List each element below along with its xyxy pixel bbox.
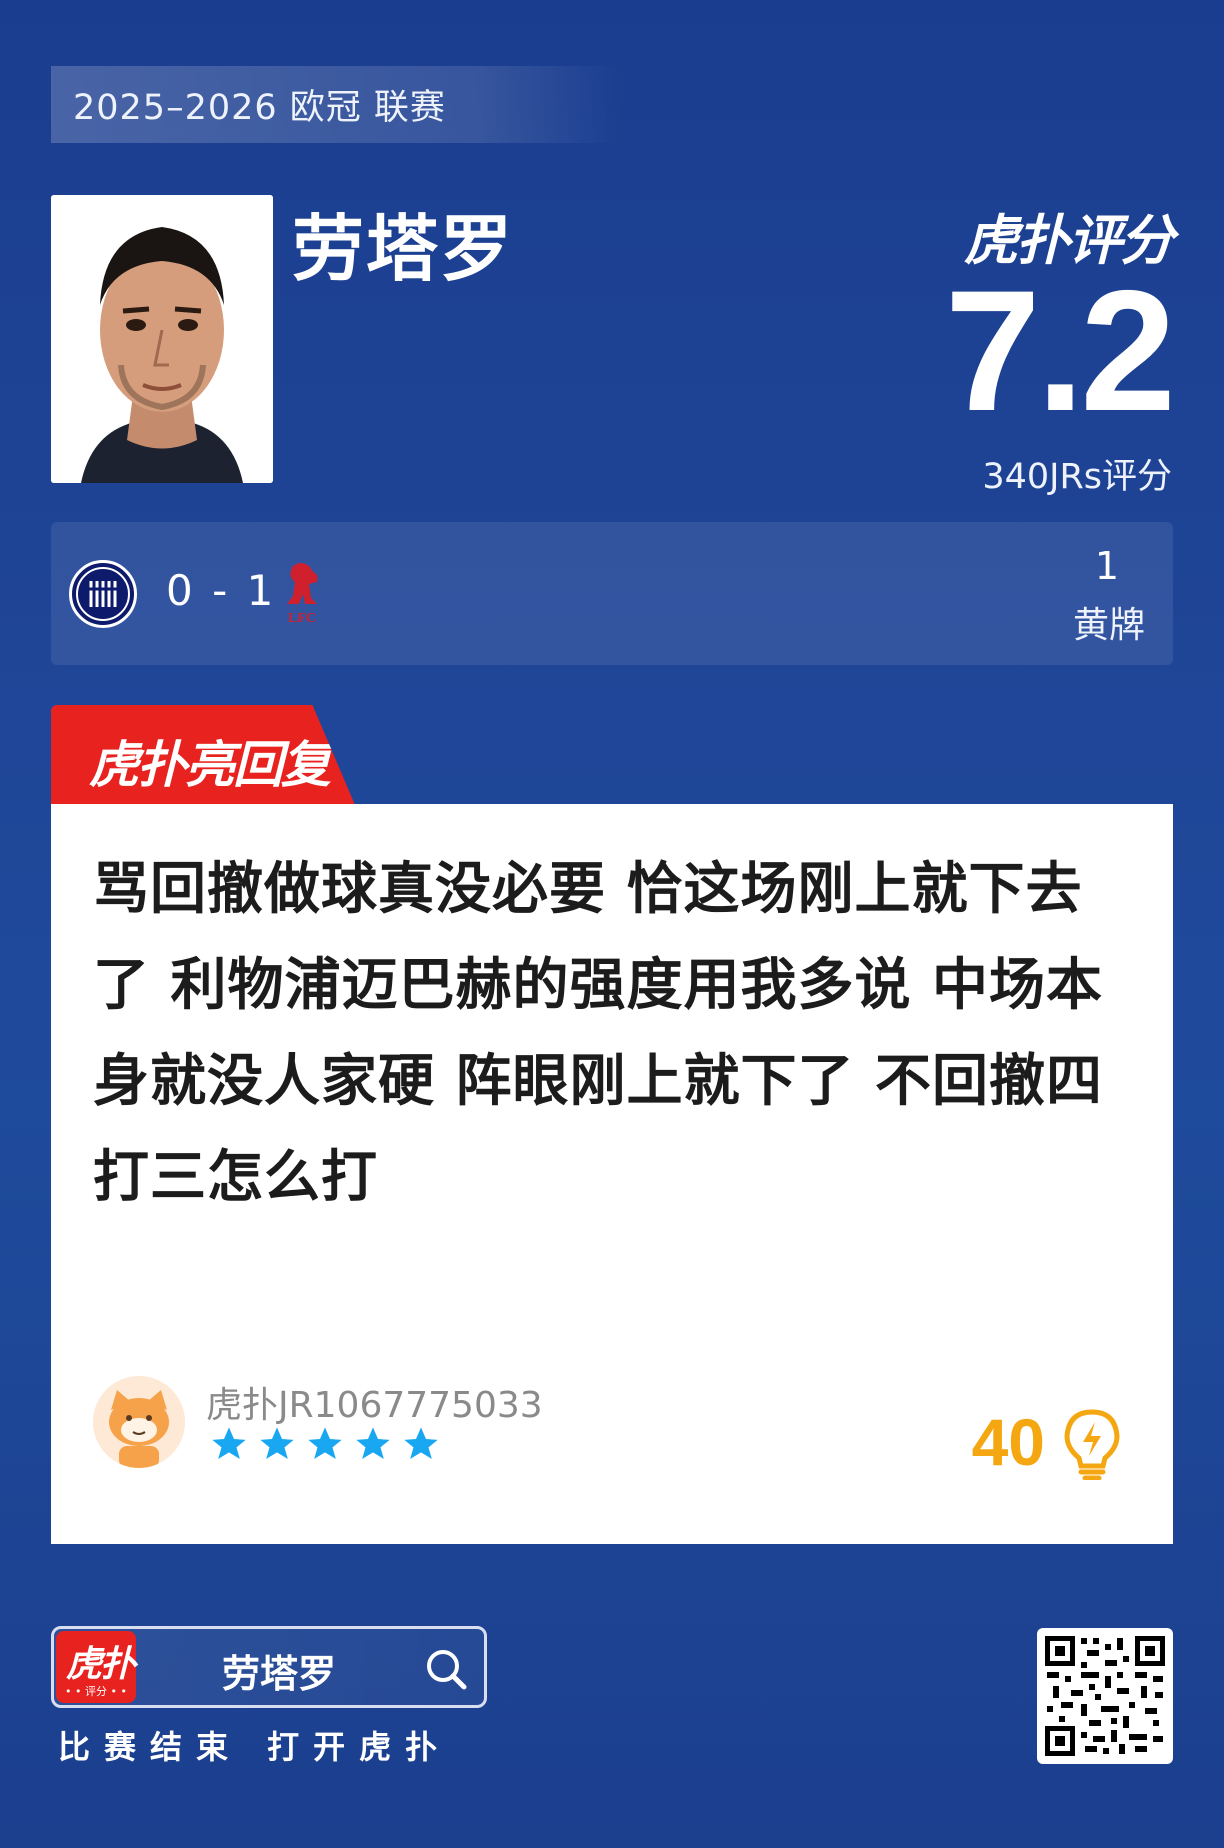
search-box[interactable]: 虎扑 • • 评分 • • 劳塔罗: [51, 1626, 487, 1708]
highlight-reply-label: 虎扑亮回复: [89, 736, 331, 794]
qr-code-icon: [1037, 1628, 1173, 1764]
star-icon: [308, 1427, 342, 1459]
player-name: 劳塔罗: [292, 207, 515, 291]
star-icon: [260, 1427, 294, 1459]
star-icon: [404, 1427, 438, 1459]
search-icon[interactable]: [424, 1647, 468, 1691]
footer-instruction: 比赛结束 打开虎扑: [58, 1728, 452, 1766]
hupu-app-icon: 虎扑 • • 评分 • •: [56, 1631, 136, 1703]
lightbulb-like-icon[interactable]: [1061, 1408, 1123, 1481]
stat-value: 1: [1094, 544, 1119, 588]
season-label: 2025–2026 欧冠 联赛: [51, 66, 621, 143]
star-icon: [356, 1427, 390, 1459]
reply-comment: 骂回撤做球真没必要 恰这场刚上就下去了 利物浦迈巴赫的强度用我多说 中场本身就没…: [93, 857, 1103, 1210]
username[interactable]: 虎扑JR1067775033: [206, 1376, 543, 1428]
cat-avatar-icon: [93, 1376, 185, 1468]
star-icon: [212, 1427, 246, 1459]
liverpool-crest-icon: LFC: [279, 558, 325, 630]
player-score: 7.2: [944, 255, 1176, 447]
user-rating-stars: [209, 1424, 441, 1464]
user-avatar[interactable]: [93, 1376, 185, 1468]
app-icon-sublabel: • • 评分 • •: [65, 1685, 127, 1698]
reply-card[interactable]: 骂回撤做球真没必要 恰这场刚上就下去了 利物浦迈巴赫的强度用我多说 中场本身就没…: [51, 804, 1173, 1544]
highlight-reply-tag: 虎扑亮回复: [51, 705, 355, 805]
svg-text:LFC: LFC: [288, 611, 316, 626]
player-photo: [51, 195, 273, 483]
like-count: 40: [971, 1405, 1045, 1479]
player-portrait-icon: [51, 195, 273, 483]
search-query: 劳塔罗: [222, 1652, 337, 1696]
match-bar[interactable]: 0 - 1 LFC 1 黄牌: [51, 522, 1173, 665]
inter-milan-crest-icon: [69, 560, 137, 628]
rating-count: 340JRs评分: [982, 457, 1172, 497]
app-icon-label: 虎扑: [66, 1644, 136, 1685]
match-score: 0 - 1: [166, 566, 277, 615]
stat-label: 黄牌: [1072, 605, 1145, 646]
